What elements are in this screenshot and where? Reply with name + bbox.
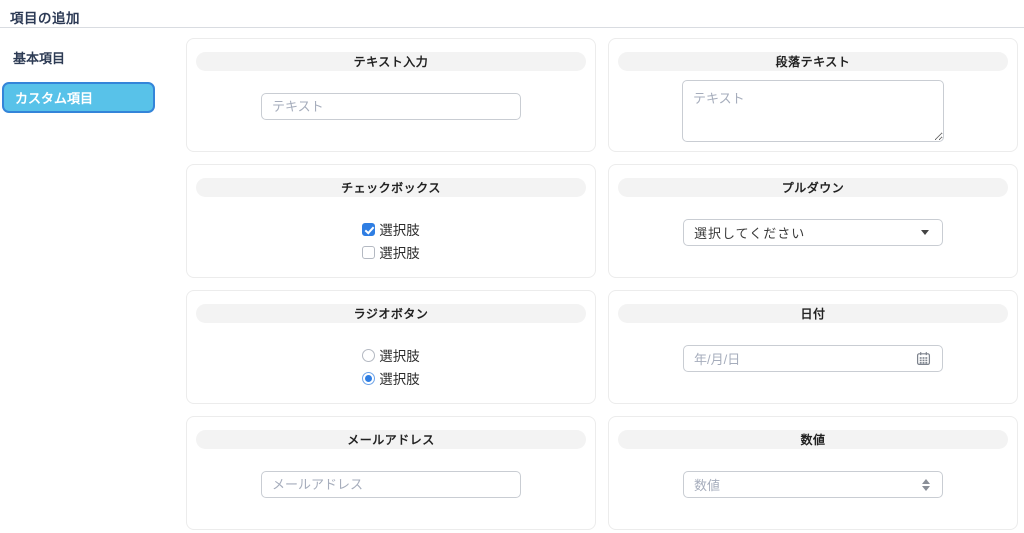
card-email[interactable]: メールアドレス — [186, 416, 596, 530]
card-text-input-title: テキスト入力 — [196, 52, 586, 71]
spinner-up-icon — [922, 479, 930, 484]
card-checkbox-title: チェックボックス — [196, 178, 586, 197]
card-radio[interactable]: ラジオボタン 選択肢 選択肢 — [186, 290, 596, 404]
number-spinner[interactable] — [922, 479, 930, 491]
spinner-down-icon — [922, 486, 930, 491]
checkbox-option-label: 選択肢 — [379, 219, 420, 239]
card-date-title: 日付 — [618, 304, 1008, 323]
card-date[interactable]: 日付 年/月/日 — [608, 290, 1018, 404]
card-paragraph-text[interactable]: 段落テキスト — [608, 38, 1018, 152]
radio-unchecked-icon — [362, 349, 375, 362]
checkbox-checked-icon — [362, 223, 375, 236]
card-text-input[interactable]: テキスト入力 — [186, 38, 596, 152]
number-input-field[interactable]: 数値 — [683, 471, 943, 498]
radio-option-label: 選択肢 — [379, 368, 420, 388]
sidebar-item-custom-label: カスタム項目 — [15, 88, 93, 107]
sidebar: 基本項目 カスタム項目 — [0, 28, 186, 533]
pulldown-select-field[interactable]: 選択してください — [683, 219, 943, 246]
date-placeholder: 年/月/日 — [694, 349, 740, 368]
card-number[interactable]: 数値 数値 — [608, 416, 1018, 530]
radio-checked-icon — [362, 372, 375, 385]
card-grid: テキスト入力 段落テキスト チェックボックス 選択肢 — [186, 38, 1018, 533]
pulldown-selected-value: 選択してください — [694, 223, 805, 242]
card-radio-title: ラジオボタン — [196, 304, 586, 323]
page-header: 項目の追加 — [0, 0, 1024, 28]
sidebar-item-custom[interactable]: カスタム項目 — [2, 82, 155, 113]
sidebar-item-basic-label: 基本項目 — [13, 51, 65, 66]
checkbox-unchecked-icon — [362, 246, 375, 259]
radio-option[interactable]: 選択肢 — [362, 345, 420, 365]
page-title: 項目の追加 — [10, 7, 1024, 27]
calendar-icon[interactable] — [916, 351, 931, 366]
card-pulldown-title: プルダウン — [618, 178, 1008, 197]
date-input-field[interactable]: 年/月/日 — [683, 345, 943, 372]
checkbox-option[interactable]: 選択肢 — [362, 242, 420, 262]
caret-down-icon — [921, 230, 929, 235]
number-placeholder: 数値 — [694, 475, 720, 494]
card-checkbox[interactable]: チェックボックス 選択肢 選択肢 — [186, 164, 596, 278]
paragraph-textarea-field[interactable] — [682, 80, 944, 142]
text-input-field[interactable] — [261, 93, 521, 120]
card-paragraph-text-title: 段落テキスト — [618, 52, 1008, 71]
card-number-title: 数値 — [618, 430, 1008, 449]
card-pulldown[interactable]: プルダウン 選択してください — [608, 164, 1018, 278]
checkbox-option[interactable]: 選択肢 — [362, 219, 420, 239]
card-email-title: メールアドレス — [196, 430, 586, 449]
email-input-field[interactable] — [261, 471, 521, 498]
checkbox-option-label: 選択肢 — [379, 242, 420, 262]
radio-option[interactable]: 選択肢 — [362, 368, 420, 388]
sidebar-item-basic[interactable]: 基本項目 — [13, 48, 186, 67]
radio-option-label: 選択肢 — [379, 345, 420, 365]
